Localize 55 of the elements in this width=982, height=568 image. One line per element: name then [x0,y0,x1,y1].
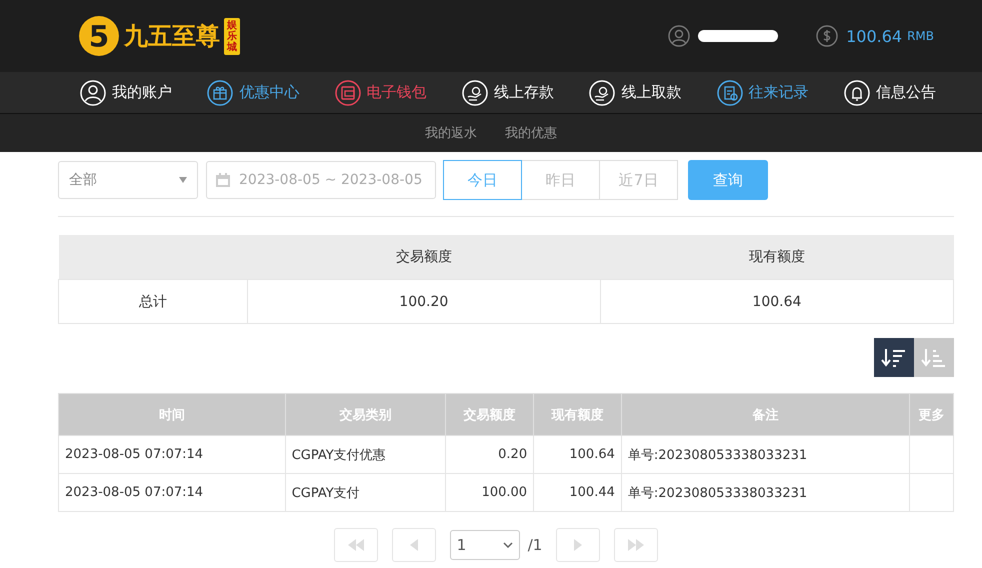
clipboard-icon [716,80,743,106]
nav-item[interactable]: 电子钱包 [334,80,427,106]
dollar-icon [816,25,838,47]
calendar-icon [215,172,231,188]
table-cell: CGPAY支付 [285,474,446,512]
caret-icon [179,177,187,183]
wallet-icon [334,80,361,106]
last-page-button[interactable] [614,528,658,562]
column-header: 交易额度 [247,235,600,280]
hand-coin-icon [589,80,616,106]
right-icon [573,539,584,551]
table-cell: 100.44 [534,474,622,512]
type-select[interactable]: 全部 [58,161,198,199]
gift-icon [207,80,234,106]
logo-icon: 5 [78,15,120,57]
hand-coin-icon [462,80,488,106]
table-cell [910,474,954,512]
double-right-icon [626,539,646,551]
table-cell: 100.64 [534,436,622,474]
table-cell: 100.64 [600,280,954,324]
nav-item[interactable]: 我的账户 [80,80,172,106]
page-total: /1 [528,536,542,554]
currency-label: RMB [907,29,934,43]
balance-amount: 100.64 [846,26,902,46]
logo-text: 九五至尊 [124,20,220,52]
nav-item[interactable]: 优惠中心 [207,80,300,106]
table-cell: 100.20 [247,280,600,324]
left-icon [408,539,419,551]
table-cell: 单号:202308053338033231 [621,474,910,512]
user-icon [80,80,106,106]
table-cell: 100.00 [446,474,534,512]
user-icon [668,25,690,47]
sort-descending-button[interactable] [874,338,914,377]
column-header: 现有额度 [600,235,954,280]
previous-page-button[interactable] [392,528,436,562]
table-cell: 2023-08-05 07:07:14 [58,474,286,512]
table-cell [910,436,954,474]
subnav-link[interactable]: 我的返水 [425,124,477,142]
table-cell: 单号:202308053338033231 [621,436,910,474]
logo-tag: 娱乐城 [224,18,240,54]
table-cell: 0.20 [446,436,534,474]
nav-item[interactable]: 线上存款 [462,80,554,106]
chevron-icon [502,542,513,548]
bell-icon [844,80,870,106]
page-select[interactable]: 1 [450,530,520,560]
table-cell: 2023-08-05 07:07:14 [58,436,286,474]
table-cell: CGPAY支付优惠 [285,436,446,474]
nav-item[interactable]: 信息公告 [844,80,936,106]
nav-item[interactable]: 线上取款 [589,80,682,106]
first-page-button[interactable] [334,528,378,562]
subnav-link[interactable]: 我的优惠 [505,124,557,142]
double-left-icon [346,539,366,551]
table-cell: 总计 [58,280,248,324]
next-page-button[interactable] [556,528,600,562]
nav-item[interactable]: 往来记录 [716,80,809,106]
